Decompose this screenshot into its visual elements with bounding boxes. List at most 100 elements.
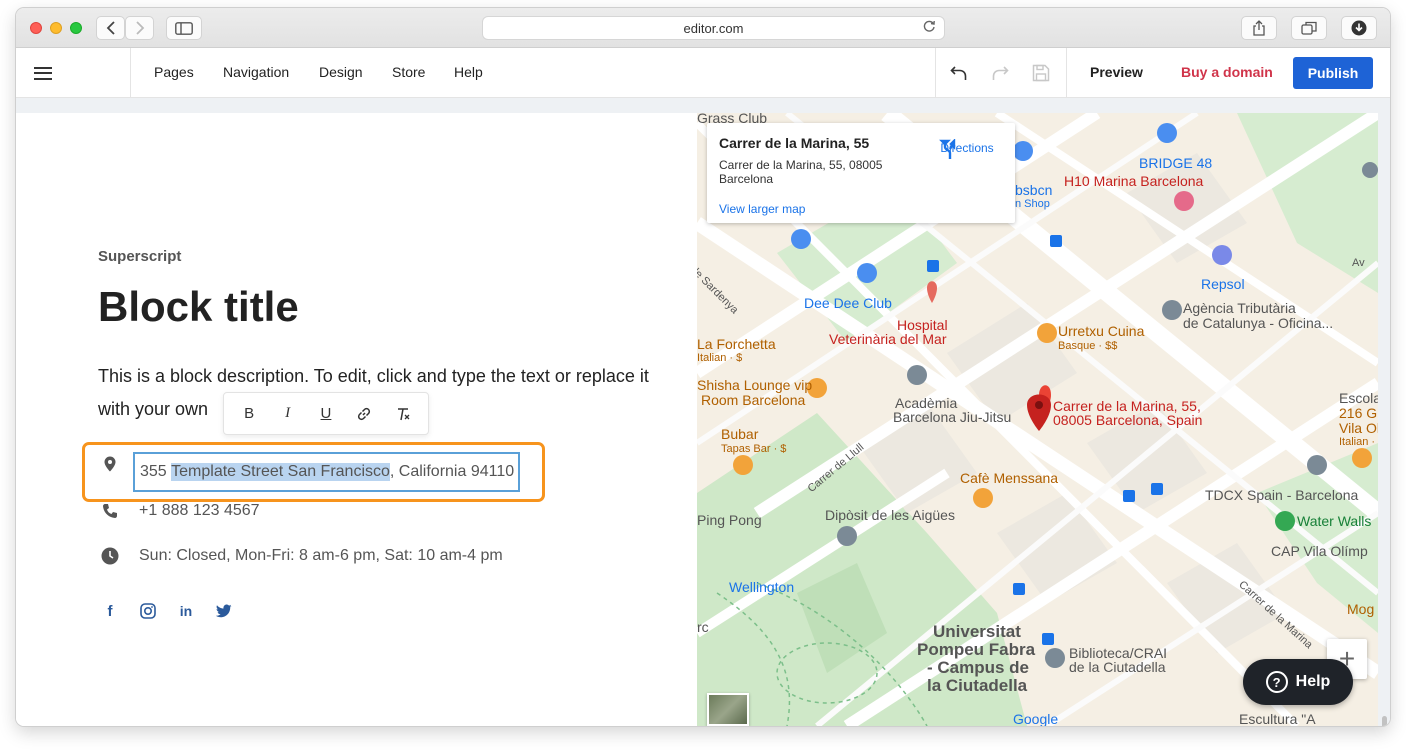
map-label: Wellington — [729, 579, 795, 595]
share-button[interactable] — [1241, 16, 1277, 40]
preview-button[interactable]: Preview — [1090, 64, 1143, 80]
map-label: Escola — [1339, 390, 1378, 406]
phone-text[interactable]: +1 888 123 4567 — [139, 502, 260, 520]
map-label: H10 Marina Barcelona — [1064, 173, 1204, 189]
tabs-button[interactable] — [1291, 16, 1327, 40]
undo-icon — [950, 66, 967, 80]
browser-titlebar: editor.com — [16, 8, 1390, 48]
address-suffix: , California 94110 — [389, 463, 515, 480]
download-icon — [1351, 20, 1367, 36]
twitter-icon[interactable] — [214, 601, 234, 621]
map-label: Shisha Lounge vip — [697, 377, 813, 393]
place-title: Carrer de la Marina, 55 — [719, 135, 870, 151]
nav-help[interactable]: Help — [454, 64, 483, 80]
map-label: Vila Ol — [1339, 420, 1378, 436]
map-label: Universitat — [933, 622, 1021, 641]
map-label: 08005 Barcelona, Spain — [1053, 412, 1203, 428]
map-label: 216 G — [1339, 405, 1378, 421]
map-label: Bubar — [721, 426, 759, 442]
facebook-icon[interactable]: f — [100, 601, 120, 621]
share-icon — [1253, 20, 1265, 36]
map-label: Agència Tributària — [1183, 300, 1296, 316]
phone-icon — [98, 503, 122, 519]
clock-icon — [98, 547, 122, 565]
underline-button[interactable]: U — [312, 400, 340, 428]
menu-button[interactable] — [16, 48, 131, 98]
contact-block: Superscript Block title This is a block … — [16, 113, 697, 726]
minimize-window-button[interactable] — [50, 22, 62, 34]
map-label: rc — [697, 619, 709, 635]
google-map[interactable]: Grass Club BRIDGE 48 H10 Marina Barcelon… — [697, 113, 1378, 726]
location-pin-icon — [98, 456, 122, 472]
map-label: Tapas Bar · $ — [721, 443, 787, 455]
linkedin-icon[interactable]: in — [176, 601, 196, 621]
map-label: BRIDGE 48 — [1139, 155, 1213, 171]
google-logo: Google — [1013, 711, 1059, 727]
map-label: Pompeu Fabra — [917, 640, 1036, 659]
chevron-left-icon — [106, 21, 115, 35]
sidebar-toggle-button[interactable] — [166, 16, 202, 40]
help-label: Help — [1295, 673, 1331, 690]
directions-button[interactable]: Directions — [937, 139, 997, 159]
italic-button[interactable]: I — [274, 400, 302, 428]
place-address: Carrer de la Marina, 55, 08005 Barcelona — [719, 158, 883, 186]
map-label: de Catalunya - Oficina... — [1183, 315, 1334, 331]
link-icon — [358, 407, 371, 420]
redo-icon — [992, 66, 1009, 80]
block-title[interactable]: Block title — [98, 283, 299, 331]
view-larger-map-link[interactable]: View larger map — [719, 202, 805, 216]
address-field[interactable]: 355 Template Street San Francisco, Calif… — [133, 452, 520, 492]
map-label: Room Barcelona — [701, 392, 806, 408]
maximize-window-button[interactable] — [70, 22, 82, 34]
underline-icon: U — [320, 405, 332, 422]
hamburger-icon — [34, 66, 52, 80]
bold-button[interactable]: B — [235, 400, 263, 428]
map-label: Italian · $ — [697, 352, 743, 364]
save-button[interactable] — [1030, 62, 1052, 84]
back-button[interactable] — [96, 16, 125, 40]
map-label: Av — [1352, 257, 1365, 269]
address-selection: Template Street San Francisco — [171, 463, 390, 481]
map-label: CAP Vila Olímp — [1271, 543, 1368, 559]
map-label: Water Walls — [1297, 513, 1372, 529]
map-label: Veterinària del Mar — [829, 331, 947, 347]
nav-design[interactable]: Design — [319, 64, 363, 80]
map-label: Repsol — [1201, 276, 1245, 292]
undo-button[interactable] — [948, 62, 970, 84]
help-button[interactable]: ? Help — [1243, 659, 1353, 705]
link-button[interactable] — [350, 400, 378, 428]
forward-button[interactable] — [125, 16, 154, 40]
url-text: editor.com — [683, 20, 744, 36]
address-bar[interactable]: editor.com — [482, 16, 945, 40]
address-prefix: 355 — [140, 463, 172, 480]
redo-button[interactable] — [989, 62, 1011, 84]
buy-domain-button[interactable]: Buy a domain — [1181, 64, 1273, 80]
browser-window: editor.com Pages Navigation Design Store… — [16, 8, 1390, 726]
block-superscript[interactable]: Superscript — [98, 248, 181, 265]
editor-toolbar: Pages Navigation Design Store Help Previ… — [16, 48, 1390, 98]
nav-store[interactable]: Store — [392, 64, 425, 80]
map-label: - Campus de — [927, 658, 1030, 677]
hours-row: Sun: Closed, Mon-Fri: 8 am-6 pm, Sat: 10… — [98, 547, 503, 565]
reload-icon[interactable] — [923, 20, 936, 36]
publish-button[interactable]: Publish — [1293, 57, 1373, 89]
text-format-toolbar: B I U — [223, 392, 429, 435]
map-label: Urretxu Cuina — [1058, 323, 1145, 339]
map-label: bsbcn — [1015, 182, 1053, 198]
map-label: TDCX Spain - Barcelona — [1205, 487, 1359, 503]
instagram-icon[interactable] — [138, 601, 158, 621]
map-label: Mog — [1347, 601, 1375, 617]
hours-text[interactable]: Sun: Closed, Mon-Fri: 8 am-6 pm, Sat: 10… — [139, 547, 503, 565]
map-label: Dee Dee Club — [804, 295, 892, 311]
satellite-toggle-button[interactable] — [707, 693, 749, 726]
scrollbar[interactable] — [1382, 716, 1387, 726]
bold-icon: B — [244, 405, 255, 422]
nav-pages[interactable]: Pages — [154, 64, 194, 80]
map-label: la Ciutadella — [927, 676, 1028, 695]
clear-format-button[interactable] — [389, 400, 417, 428]
nav-navigation[interactable]: Navigation — [223, 64, 289, 80]
close-window-button[interactable] — [30, 22, 42, 34]
toolbar-divider — [1066, 48, 1067, 98]
save-icon — [1032, 64, 1050, 82]
downloads-button[interactable] — [1341, 16, 1377, 40]
